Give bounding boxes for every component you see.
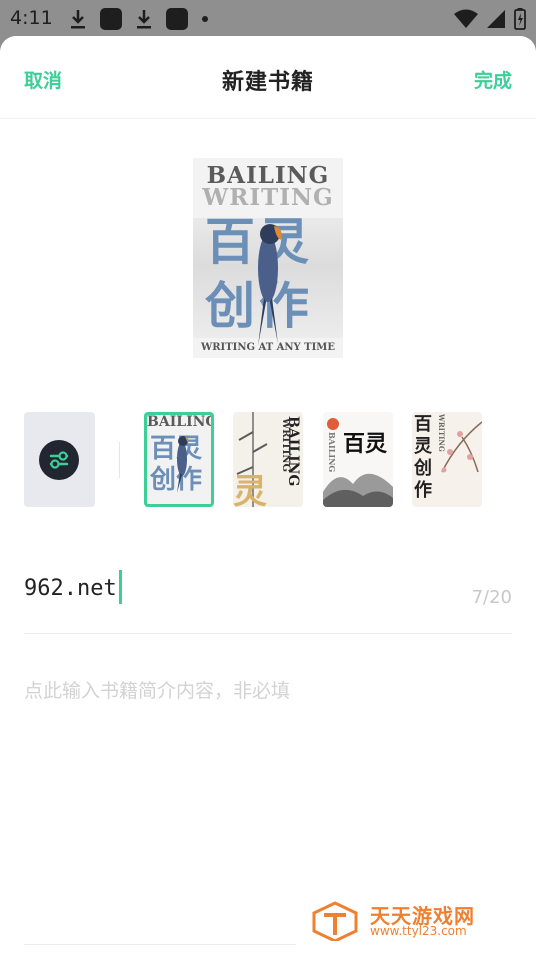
status-bar: 4:11 (0, 0, 536, 36)
status-icons-left (70, 8, 208, 30)
download-icon (71, 10, 85, 29)
bird-illustration (177, 436, 189, 493)
done-button[interactable]: 完成 (474, 66, 512, 93)
battery-icon (514, 8, 526, 30)
thumb-en-title: WRITING (437, 414, 446, 452)
status-time: 4:11 (10, 7, 53, 29)
custom-cover-button[interactable] (24, 412, 95, 507)
app-square-icon (166, 8, 188, 30)
download-icon (137, 10, 151, 29)
divider (24, 633, 512, 634)
book-name-input[interactable]: 962.net (24, 570, 122, 606)
new-book-sheet: 取消 新建书籍 完成 BAILING WRITING 百灵 创作 WRITING… (0, 36, 536, 954)
custom-circle (39, 440, 79, 480)
watermark-logo-icon (312, 901, 358, 941)
cover-thumb[interactable]: 百灵 BAILING (323, 412, 393, 507)
book-name-value: 962.net (24, 576, 117, 601)
thumb-en-title: BAILING (327, 432, 337, 473)
thumb-cn-line-1: 百灵 (343, 432, 388, 457)
cover-thumb[interactable]: BAILING WRITING 灵 (233, 412, 303, 507)
sheet-header: 取消 新建书籍 完成 (0, 36, 536, 119)
cover-options-row: BAILING 百灵 创作 BAILING WRITING 灵 百灵 BAILI… (0, 412, 536, 508)
divider (24, 944, 296, 945)
thumb-cn-line-1: 百 (414, 414, 432, 435)
signal-icon (487, 10, 505, 28)
cover-thumb[interactable]: BAILING 百灵 创作 (144, 412, 214, 507)
bird-illustration (258, 224, 282, 346)
status-icons-right (454, 8, 526, 30)
book-intro-input[interactable]: 点此输入书籍简介内容，非必填 (24, 676, 290, 703)
cover-thumb[interactable]: 百 灵 创 作 WRITING (412, 412, 482, 507)
cover-preview[interactable]: BAILING WRITING 百灵 创作 WRITING AT ANY TIM… (193, 158, 343, 358)
text-caret (118, 570, 122, 604)
thumb-cn-line-4: 作 (414, 480, 432, 501)
page-title: 新建书籍 (221, 70, 314, 95)
thumb-cn-line-1: 灵 (233, 472, 267, 507)
dot-icon (202, 16, 208, 22)
app-square-icon (100, 8, 122, 30)
site-watermark: 天天游戏网 www.ttyl23.com (312, 899, 512, 943)
wifi-icon (454, 9, 478, 28)
settings-sliders-icon (49, 451, 69, 469)
watermark-url: www.ttyl23.com (370, 924, 467, 938)
name-char-counter: 7/20 (471, 587, 512, 608)
vertical-divider (119, 442, 120, 478)
thumb-cn-line-3: 创 (414, 458, 432, 479)
cover-bottom-text: WRITING AT ANY TIME (201, 342, 335, 353)
thumb-cn-line-2: 灵 (414, 436, 432, 457)
